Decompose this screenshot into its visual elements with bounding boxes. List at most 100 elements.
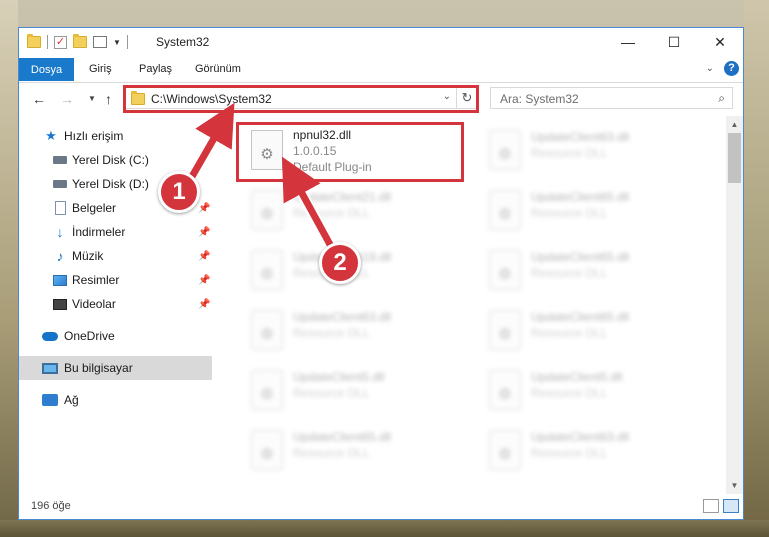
file-version: 1.0.0.15 <box>293 144 337 158</box>
desktop-wallpaper-left <box>0 0 18 537</box>
sidebar-item-label: Videolar <box>72 297 116 311</box>
navigation-pane: ★ Hızlı erişim Yerel Disk (C:) Yerel Dis… <box>19 116 212 494</box>
sidebar-item-label: Belgeler <box>72 201 117 215</box>
file-name: UpdateClient63.dll <box>293 310 392 324</box>
expand-ribbon-icon[interactable]: ⌄ <box>706 63 714 74</box>
navigation-bar: ← → ▼ ↑ C:\Windows\System32 ⌄ ↻ Ara: Sys… <box>19 84 743 116</box>
desktop-wallpaper-bottom <box>0 520 769 537</box>
file-tile[interactable]: ⚙ UpdateClient65.dll Resource DLL <box>479 182 715 240</box>
sidebar-item-label: Yerel Disk (C:) <box>72 153 149 167</box>
file-tile[interactable]: ⚙ UpdateClient65.dll Resource DLL <box>241 422 477 480</box>
search-box[interactable]: Ara: System32 ⌕ <box>490 87 733 109</box>
file-tile-npnul32[interactable]: ⚙ npnul32.dll 1.0.0.15 Default Plug-in <box>241 122 477 180</box>
sidebar-item-network[interactable]: Ağ <box>19 388 212 412</box>
pin-icon[interactable]: 📌 <box>198 203 210 214</box>
file-type: Resource DLL <box>293 386 370 400</box>
recent-locations-icon[interactable]: ▼ <box>88 94 96 103</box>
dll-file-icon: ⚙ <box>489 190 521 230</box>
up-button[interactable]: ↑ <box>105 91 112 107</box>
file-tile[interactable]: ⚙ UpdateClient63.dll Resource DLL <box>241 302 477 360</box>
address-dropdown-icon[interactable]: ⌄ <box>443 91 451 102</box>
file-type: Resource DLL <box>531 446 608 460</box>
large-icons-view-button[interactable] <box>723 499 739 513</box>
tab-home[interactable]: Giriş <box>89 63 112 75</box>
file-type: Resource DLL <box>531 386 608 400</box>
file-name: UpdateClient63.dll <box>531 130 630 144</box>
file-name: UpdateClient5.dll <box>531 370 623 384</box>
sidebar-item-onedrive[interactable]: OneDrive <box>19 324 212 348</box>
dll-file-icon: ⚙ <box>489 310 521 350</box>
qat-dropdown-icon[interactable]: ▼ <box>113 38 121 47</box>
sidebar-item-label: Hızlı erişim <box>64 129 124 143</box>
file-tile[interactable]: ⚙ UpdateClient65.dll Resource DLL <box>479 242 715 300</box>
scrollbar-thumb[interactable] <box>728 133 741 183</box>
forward-button[interactable]: → <box>60 91 74 107</box>
dll-file-icon: ⚙ <box>251 190 283 230</box>
sidebar-item-music[interactable]: ♪ Müzik 📌 <box>19 244 212 268</box>
downloads-icon: ↓ <box>56 224 64 240</box>
sidebar-item-this-pc[interactable]: Bu bilgisayar <box>19 356 212 380</box>
sidebar-item-documents[interactable]: Belgeler 📌 <box>19 196 212 220</box>
file-name: UpdateClient65.dll <box>531 310 630 324</box>
desktop-wallpaper-right <box>744 0 769 537</box>
maximize-button[interactable]: ☐ <box>651 28 697 56</box>
file-tile[interactable]: ⚙ UpdateClient65.dll Resource DLL <box>479 302 715 360</box>
properties-check-icon[interactable]: ✓ <box>54 35 67 49</box>
file-name: UpdateClient5.dll <box>293 370 385 384</box>
music-icon: ♪ <box>56 248 64 264</box>
scroll-up-icon[interactable]: ▲ <box>726 116 743 133</box>
sidebar-item-quick-access[interactable]: ★ Hızlı erişim <box>19 124 212 148</box>
dll-file-icon: ⚙ <box>489 430 521 470</box>
details-view-button[interactable] <box>703 499 719 513</box>
new-folder-icon[interactable] <box>73 34 87 48</box>
file-type: Resource DLL <box>531 326 608 340</box>
file-type: Resource DLL <box>531 146 608 160</box>
file-explorer-window: ✓ ▼ System32 — ☐ ✕ Dosya Giriş Paylaş Gö… <box>18 27 744 520</box>
pin-icon[interactable]: 📌 <box>198 275 210 286</box>
back-button[interactable]: ← <box>32 91 46 107</box>
file-tile[interactable]: ⚙ UpdateClient63.dll Resource DLL <box>479 122 715 180</box>
status-bar: 196 öğe <box>19 494 743 519</box>
minimize-button[interactable]: — <box>605 28 651 56</box>
file-tile[interactable]: ⚙ UpdateClient21.dll Resource DLL <box>241 182 477 240</box>
drive-icon <box>52 153 68 167</box>
vertical-scrollbar[interactable]: ▲ ▼ <box>726 116 743 494</box>
sidebar-item-local-disk-d[interactable]: Yerel Disk (D:) <box>19 172 212 196</box>
scroll-down-icon[interactable]: ▼ <box>726 477 743 494</box>
address-bar[interactable]: C:\Windows\System32 ⌄ ↻ <box>124 87 478 109</box>
sidebar-item-videos[interactable]: Videolar 📌 <box>19 292 212 316</box>
pin-icon[interactable]: 📌 <box>198 251 210 262</box>
help-icon[interactable]: ? <box>724 61 739 76</box>
dll-file-icon: ⚙ <box>251 370 283 410</box>
search-placeholder[interactable]: Ara: System32 <box>500 92 579 106</box>
window-controls: — ☐ ✕ <box>605 28 743 56</box>
tab-file[interactable]: Dosya <box>19 58 74 81</box>
file-type: Resource DLL <box>531 206 608 220</box>
file-tile[interactable]: ⚙ UpdateClient19.dll Resource DLL <box>241 242 477 300</box>
file-tile[interactable]: ⚙ UpdateClient5.dll Resource DLL <box>241 362 477 420</box>
sidebar-item-local-disk-c[interactable]: Yerel Disk (C:) <box>19 148 212 172</box>
search-icon[interactable]: ⌕ <box>718 91 725 106</box>
sidebar-item-downloads[interactable]: ↓ İndirmeler 📌 <box>19 220 212 244</box>
tab-view[interactable]: Görünüm <box>195 63 241 75</box>
sidebar-item-label: OneDrive <box>64 329 115 343</box>
file-type: Resource DLL <box>293 206 370 220</box>
tab-share[interactable]: Paylaş <box>139 63 172 75</box>
pin-icon[interactable]: 📌 <box>198 299 210 310</box>
item-count: 196 öğe <box>31 500 71 512</box>
refresh-button[interactable]: ↻ <box>456 88 477 108</box>
close-button[interactable]: ✕ <box>697 28 743 56</box>
file-tile[interactable]: ⚙ UpdateClient63.dll Resource DLL <box>479 422 715 480</box>
onedrive-icon <box>42 329 58 343</box>
address-path[interactable]: C:\Windows\System32 <box>151 92 272 106</box>
file-name: npnul32.dll <box>293 128 352 142</box>
customize-icon[interactable] <box>93 36 107 48</box>
file-name: UpdateClient63.dll <box>531 430 630 444</box>
dll-file-icon: ⚙ <box>251 310 283 350</box>
file-tile[interactable]: ⚙ UpdateClient5.dll Resource DLL <box>479 362 715 420</box>
sidebar-item-pictures[interactable]: Resimler 📌 <box>19 268 212 292</box>
file-name: UpdateClient65.dll <box>531 190 630 204</box>
folder-icon <box>27 34 41 48</box>
toolbar-separator <box>47 35 48 49</box>
pin-icon[interactable]: 📌 <box>198 227 210 238</box>
